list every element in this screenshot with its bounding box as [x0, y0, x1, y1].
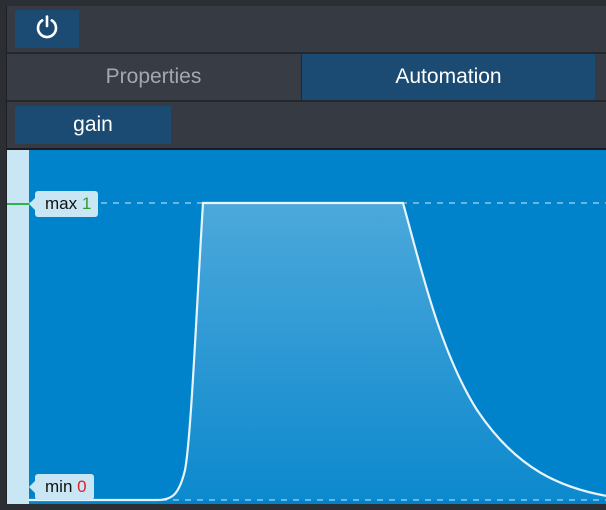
power-button[interactable]	[15, 10, 79, 48]
top-toolbar	[7, 6, 606, 54]
min-value: 0	[77, 477, 87, 496]
min-bound-label[interactable]: min 0	[29, 474, 94, 500]
power-icon	[33, 13, 61, 46]
max-value: 1	[81, 194, 92, 213]
tab-properties[interactable]: Properties	[7, 54, 300, 100]
automation-area	[29, 203, 606, 500]
tab-automation[interactable]: Automation	[301, 54, 595, 100]
max-bound-label[interactable]: max 1	[28, 191, 99, 217]
automation-panel: Properties Automation gain max 1 min 0	[6, 6, 606, 504]
min-label-text: min	[45, 477, 73, 496]
tab-bar: Properties Automation	[7, 54, 606, 102]
parameter-row: gain	[7, 102, 606, 150]
parameter-gain-button[interactable]: gain	[15, 106, 171, 144]
max-label-text: max	[45, 194, 78, 213]
automation-graph[interactable]: max 1 min 0	[7, 150, 606, 504]
